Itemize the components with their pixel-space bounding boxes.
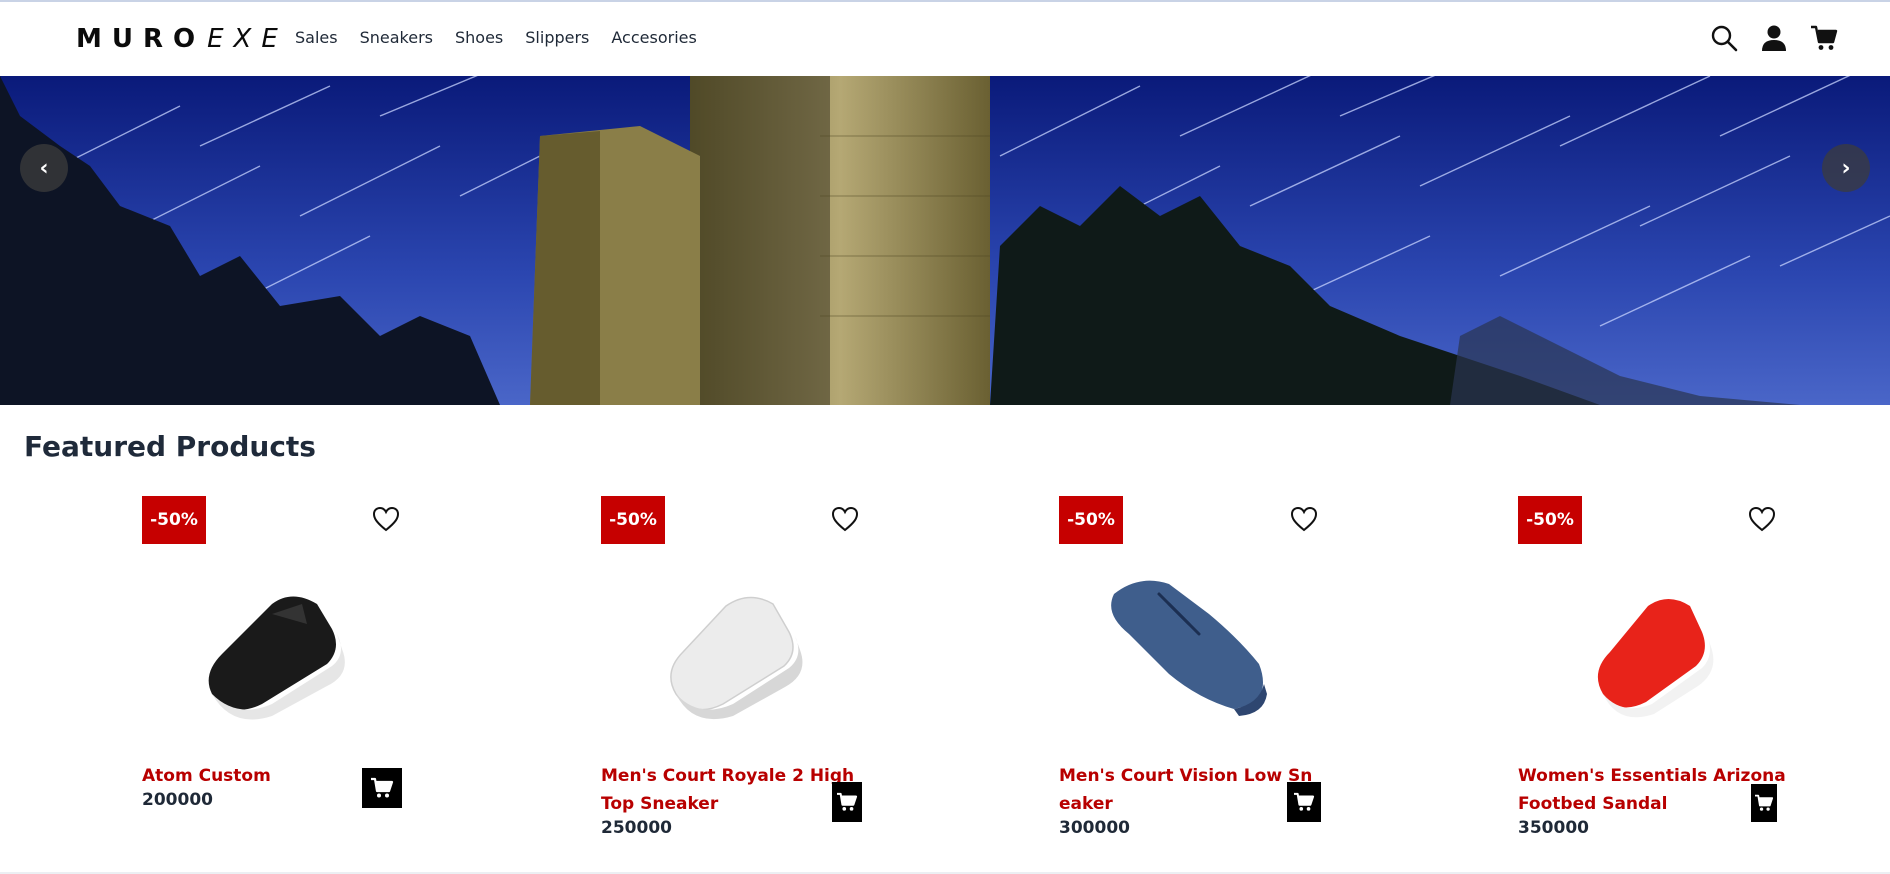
nav-slippers[interactable]: Slippers bbox=[525, 28, 589, 47]
nav-accesories[interactable]: Accesories bbox=[611, 28, 696, 47]
product-card[interactable]: -50% Atom Custom 200000 bbox=[142, 496, 412, 856]
product-image[interactable] bbox=[1518, 554, 1778, 724]
product-card[interactable]: -50% Men's Court Royale 2 High Top Sneak… bbox=[601, 496, 871, 856]
discount-badge: -50% bbox=[1518, 496, 1582, 544]
discount-badge: -50% bbox=[142, 496, 206, 544]
product-name[interactable]: Men's Court Vision Low Sn eaker bbox=[1059, 762, 1312, 818]
product-name-line: Atom Custom bbox=[142, 766, 271, 786]
header-actions bbox=[1710, 24, 1838, 52]
user-icon[interactable] bbox=[1760, 24, 1788, 52]
add-to-cart-button[interactable] bbox=[832, 782, 862, 822]
cart-icon bbox=[1294, 792, 1315, 811]
heart-icon[interactable] bbox=[831, 506, 859, 532]
product-price: 300000 bbox=[1059, 818, 1130, 838]
nav-sales[interactable]: Sales bbox=[295, 28, 338, 47]
search-icon[interactable] bbox=[1710, 24, 1738, 52]
featured-products-title: Featured Products bbox=[24, 430, 316, 463]
product-name[interactable]: Men's Court Royale 2 High Top Sneaker bbox=[601, 762, 854, 818]
product-name-line: Men's Court Vision Low Sn bbox=[1059, 766, 1313, 786]
product-name-line: Men's Court Royale 2 High bbox=[601, 766, 855, 786]
hero-carousel: ‹ › bbox=[0, 76, 1890, 405]
product-name-line: Top Sneaker bbox=[601, 794, 719, 814]
discount-badge: -50% bbox=[601, 496, 665, 544]
carousel-next-button[interactable]: › bbox=[1822, 144, 1870, 192]
cart-icon[interactable] bbox=[1810, 24, 1838, 52]
product-name-line: Women's Essentials Arizona bbox=[1518, 766, 1786, 786]
brand-logo[interactable]: MURO EXE bbox=[76, 24, 288, 54]
product-name[interactable]: Women's Essentials Arizona Footbed Sanda… bbox=[1518, 762, 1786, 818]
heart-icon[interactable] bbox=[1290, 506, 1318, 532]
product-image[interactable] bbox=[1059, 554, 1319, 724]
carousel-prev-button[interactable]: ‹ bbox=[20, 144, 68, 192]
product-name-line: Footbed Sandal bbox=[1518, 794, 1668, 814]
cart-icon bbox=[371, 777, 394, 798]
heart-icon[interactable] bbox=[372, 506, 400, 532]
nav-sneakers[interactable]: Sneakers bbox=[360, 28, 433, 47]
product-name-line: eaker bbox=[1059, 794, 1113, 814]
add-to-cart-button[interactable] bbox=[1751, 784, 1777, 822]
nav-shoes[interactable]: Shoes bbox=[455, 28, 503, 47]
brand-italic: EXE bbox=[207, 24, 288, 54]
heart-icon[interactable] bbox=[1748, 506, 1776, 532]
product-card[interactable]: -50% Women's Essentials Arizona Footbed … bbox=[1518, 496, 1788, 856]
discount-badge: -50% bbox=[1059, 496, 1123, 544]
brand-bold: MURO bbox=[76, 24, 206, 54]
add-to-cart-button[interactable] bbox=[1287, 782, 1321, 822]
product-image[interactable] bbox=[601, 554, 861, 724]
product-image[interactable] bbox=[142, 554, 402, 724]
cart-icon bbox=[837, 792, 858, 811]
product-price: 250000 bbox=[601, 818, 672, 838]
product-name[interactable]: Atom Custom bbox=[142, 762, 271, 790]
add-to-cart-button[interactable] bbox=[362, 768, 402, 808]
product-price: 350000 bbox=[1518, 818, 1589, 838]
hero-image bbox=[0, 76, 1890, 405]
product-card[interactable]: -50% Men's Court Vision Low Sn eaker 300… bbox=[1059, 496, 1329, 856]
product-price: 200000 bbox=[142, 790, 213, 810]
cart-icon bbox=[1755, 794, 1774, 811]
site-header: MURO EXE Sales Sneakers Shoes Slippers A… bbox=[0, 2, 1890, 76]
main-nav: Sales Sneakers Shoes Slippers Accesories bbox=[295, 28, 719, 47]
